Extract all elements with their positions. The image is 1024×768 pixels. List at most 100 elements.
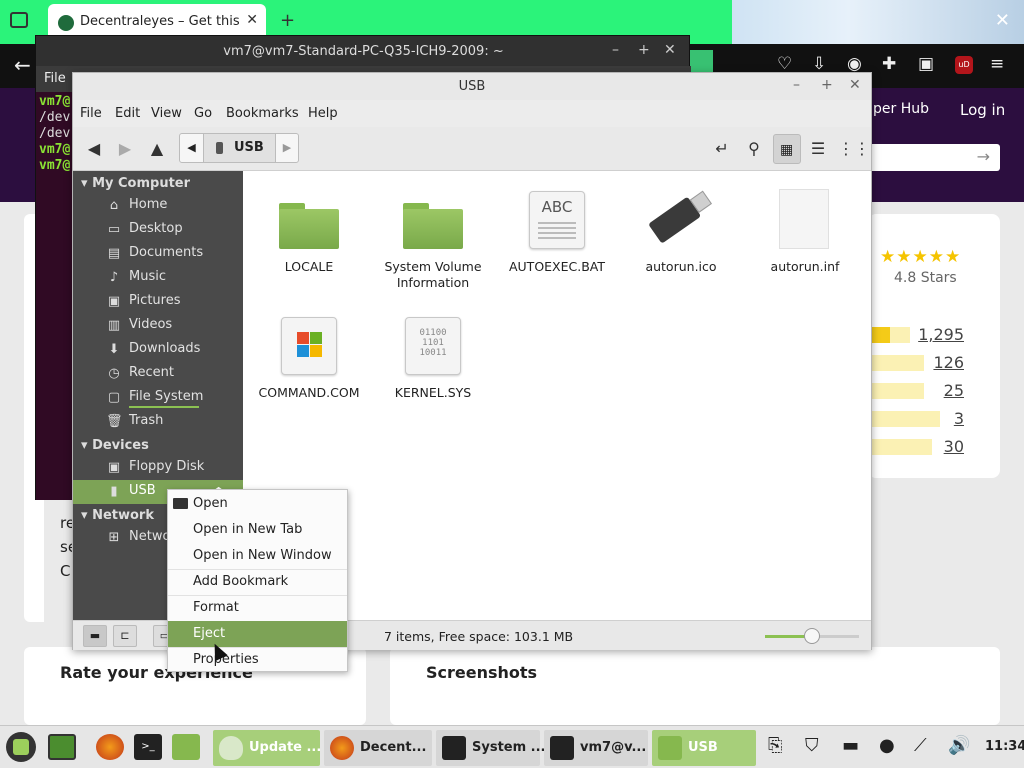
task-firefox[interactable]: Decent...: [324, 730, 432, 766]
network-icon[interactable]: ⟋: [914, 735, 927, 756]
sidebar-item-music[interactable]: ♪ Music: [73, 266, 243, 290]
sidebar-section-my-computer[interactable]: ▾ My Computer: [81, 176, 190, 191]
rating-count-5[interactable]: 1,295: [918, 325, 964, 344]
rating-count-1[interactable]: 30: [944, 437, 964, 456]
filesystem-icon: ▢: [107, 390, 121, 405]
terminal-titlebar[interactable]: vm7@vm7-Standard-PC-Q35-ICH9-2009: ~ – +…: [36, 36, 689, 66]
tab-list-icon[interactable]: [10, 12, 28, 28]
sidebar-item-documents[interactable]: ▤ Documents: [73, 242, 243, 266]
back-arrow-icon[interactable]: ◀: [82, 137, 106, 161]
task-usb-files[interactable]: USB: [652, 730, 756, 766]
clock[interactable]: 11:34: [985, 739, 1024, 754]
volume-icon[interactable]: 🔊: [948, 735, 970, 756]
developer-hub-link[interactable]: per Hub: [873, 101, 929, 117]
file-item-system-volume-information[interactable]: System Volume Information: [371, 177, 495, 290]
menu-icon[interactable]: ≡: [990, 54, 1004, 74]
compact-view-icon[interactable]: ⋮⋮: [838, 137, 870, 161]
clipboard-icon[interactable]: ⎘: [768, 735, 782, 756]
close-icon[interactable]: ✕: [995, 10, 1010, 31]
sidebar-item-desktop[interactable]: ▭ Desktop: [73, 218, 243, 242]
menu-file[interactable]: File: [80, 106, 102, 121]
menu-item-add-bookmark[interactable]: Add Bookmark: [168, 569, 347, 595]
mint-menu-icon[interactable]: [6, 732, 36, 762]
menu-item-label: Open in New Window: [193, 548, 332, 563]
download-icon[interactable]: ⇩: [812, 54, 826, 74]
back-arrow-icon[interactable]: ←: [14, 53, 31, 77]
login-link[interactable]: Log in: [960, 101, 1005, 119]
menu-help[interactable]: Help: [308, 106, 338, 121]
files-launcher-icon[interactable]: [172, 734, 200, 760]
forward-arrow-icon[interactable]: ▶: [113, 137, 137, 161]
new-tab-icon[interactable]: +: [280, 10, 295, 31]
file-item-command-com[interactable]: COMMAND.COM: [247, 303, 371, 413]
list-view-icon[interactable]: ☰: [806, 137, 830, 161]
minimize-icon[interactable]: –: [612, 42, 619, 58]
file-name: autorun.inf: [770, 259, 840, 274]
breadcrumb-usb[interactable]: USB: [204, 134, 276, 162]
menu-item-eject[interactable]: Eject: [168, 621, 347, 647]
menu-edit[interactable]: Edit: [115, 106, 140, 121]
task-update-manager[interactable]: Update ...: [213, 730, 321, 766]
file-item-kernel-sys[interactable]: 01100 1101 10011 KERNEL.SYS: [371, 303, 495, 413]
search-icon[interactable]: ⚲: [742, 137, 766, 161]
terminal-launcher-icon[interactable]: >_: [134, 734, 162, 760]
sidebar-item-pictures[interactable]: ▣ Pictures: [73, 290, 243, 314]
extensions-icon[interactable]: ✚: [882, 54, 896, 74]
search-submit-icon[interactable]: →: [977, 147, 990, 166]
close-tab-icon[interactable]: ✕: [246, 12, 258, 28]
menu-view[interactable]: View: [151, 106, 182, 121]
sidebar-item-downloads[interactable]: ⬇ Downloads: [73, 338, 243, 362]
task-system-monitor[interactable]: System ...: [436, 730, 546, 766]
toggle-location-icon[interactable]: ↵: [710, 137, 734, 161]
menu-go[interactable]: Go: [194, 106, 212, 121]
extension-icon[interactable]: ▣: [918, 54, 934, 74]
file-item-locale[interactable]: LOCALE: [247, 177, 371, 287]
minimize-icon[interactable]: –: [793, 77, 800, 93]
maximize-icon[interactable]: +: [638, 42, 650, 58]
show-desktop-icon[interactable]: [48, 734, 76, 760]
rating-count-3[interactable]: 25: [944, 381, 964, 400]
menu-bookmarks[interactable]: Bookmarks: [226, 106, 299, 121]
sidebar-item-recent[interactable]: ◷ Recent: [73, 362, 243, 386]
task-terminal[interactable]: vm7@v...: [544, 730, 648, 766]
icon-view-button[interactable]: ▦: [773, 134, 801, 164]
ublock-icon[interactable]: uD: [955, 56, 973, 74]
security-shield-icon[interactable]: ⛉: [805, 735, 819, 756]
up-arrow-icon[interactable]: ▲: [145, 137, 169, 161]
file-item-autorun-inf[interactable]: autorun.inf: [743, 177, 867, 287]
menu-item-format[interactable]: Format: [168, 595, 347, 621]
drive-icon[interactable]: ▬: [842, 735, 859, 756]
maximize-icon[interactable]: +: [821, 77, 833, 93]
menu-item-properties[interactable]: Properties: [168, 647, 347, 673]
sidebar-section-network[interactable]: ▾ Network: [81, 508, 154, 523]
sidebar-item-floppy[interactable]: ▣ Floppy Disk: [73, 456, 243, 480]
search-input[interactable]: →: [860, 144, 1000, 171]
menu-item-open-new-tab[interactable]: Open in New Tab: [168, 517, 347, 543]
menu-item-open[interactable]: Open: [168, 491, 347, 517]
sidebar-item-videos[interactable]: ▥ Videos: [73, 314, 243, 338]
zoom-slider[interactable]: [765, 628, 859, 644]
sidebar-item-file-system[interactable]: ▢ File System: [73, 386, 243, 410]
zoom-slider-handle[interactable]: [804, 628, 820, 644]
user-icon[interactable]: ●: [879, 735, 895, 756]
file-item-autorun-ico[interactable]: autorun.ico: [619, 177, 743, 287]
terminal-menu-file[interactable]: File: [44, 71, 66, 86]
breadcrumb-next-icon[interactable]: ▶: [276, 134, 298, 162]
sidebar-section-devices[interactable]: ▾ Devices: [81, 438, 149, 453]
taskbar: >_ Update ... Decent... System ... vm7@v…: [0, 725, 1024, 768]
account-icon[interactable]: ◉: [847, 54, 862, 74]
rating-count-4[interactable]: 126: [933, 353, 964, 372]
close-icon[interactable]: ✕: [664, 42, 676, 58]
file-item-autoexec-bat[interactable]: ABC AUTOEXEC.BAT: [495, 177, 619, 287]
pocket-icon[interactable]: ♡: [777, 54, 792, 74]
file-manager-titlebar[interactable]: USB – + ✕: [73, 73, 871, 100]
rating-count-2[interactable]: 3: [954, 409, 964, 428]
breadcrumb-prev-icon[interactable]: ◀: [180, 134, 204, 162]
firefox-launcher-icon[interactable]: [96, 734, 124, 760]
show-treeview-button[interactable]: ⊏: [113, 625, 137, 647]
sidebar-item-trash[interactable]: 🗑 Trash: [73, 410, 243, 434]
menu-item-open-new-window[interactable]: Open in New Window: [168, 543, 347, 569]
close-icon[interactable]: ✕: [849, 77, 861, 93]
show-places-button[interactable]: ▬: [83, 625, 107, 647]
sidebar-item-home[interactable]: ⌂ Home: [73, 194, 243, 218]
